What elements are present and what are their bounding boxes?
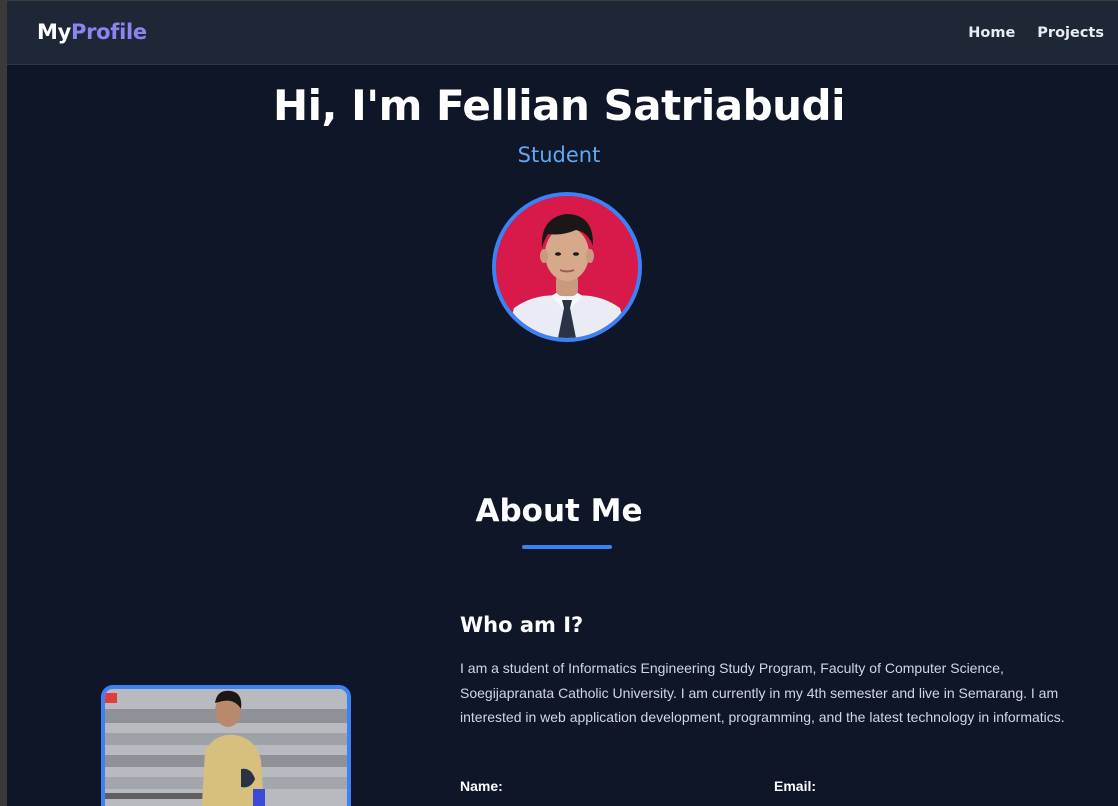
page-frame: MyProfile Home Projects Hi, I'm Fellian … (7, 1, 1118, 806)
nav-link-home[interactable]: Home (968, 25, 1015, 41)
profile-avatar (492, 192, 642, 342)
about-title-underline (522, 545, 612, 549)
navbar: MyProfile Home Projects (7, 1, 1118, 65)
email-label: Email: (774, 778, 817, 794)
brand-part-my: My (37, 20, 71, 44)
nav-link-projects[interactable]: Projects (1037, 25, 1104, 41)
hero-subtitle: Student (517, 143, 601, 167)
name-label: Name: (460, 778, 503, 794)
about-photo-image (105, 689, 347, 806)
brand-part-profile: Profile (71, 20, 147, 44)
nav-links: Home Projects (968, 25, 1104, 41)
brand-logo[interactable]: MyProfile (37, 20, 147, 44)
about-section-title: About Me (475, 493, 643, 529)
hero-title: Hi, I'm Fellian Satriabudi (272, 81, 846, 130)
who-am-i-text: I am a student of Informatics Engineerin… (460, 660, 1065, 725)
who-am-i-heading: Who am I? (460, 613, 584, 637)
avatar-portrait-image (496, 196, 638, 338)
about-photo (101, 685, 351, 806)
